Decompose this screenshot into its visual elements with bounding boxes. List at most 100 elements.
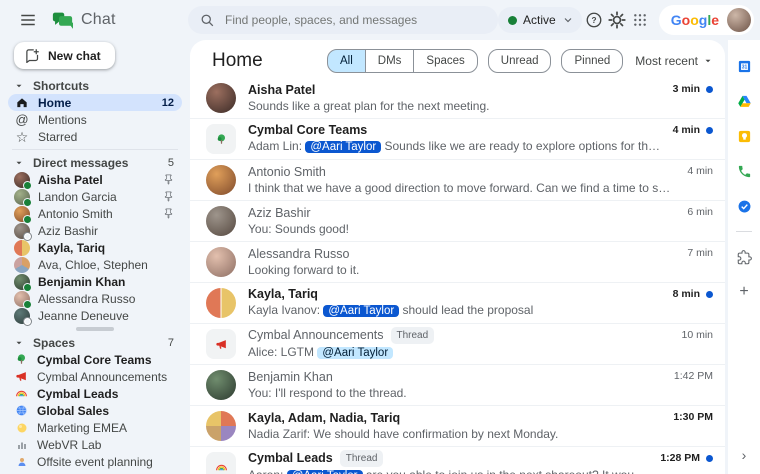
- sidebar-item-mentions[interactable]: @ Mentions: [8, 111, 182, 128]
- hamburger-menu-icon[interactable]: [16, 8, 40, 32]
- collapse-caret-icon: [16, 341, 22, 344]
- conversation-row[interactable]: Benjamin Khan You: I'll respond to the th…: [190, 364, 725, 405]
- conversation-row[interactable]: Kayla, Tariq Kayla Ivanov: @Aari Taylor s…: [190, 282, 725, 323]
- space-item-global-sales[interactable]: Global Sales: [8, 402, 182, 419]
- user-avatar[interactable]: [727, 8, 751, 32]
- space-item-offsite-event-planning[interactable]: Offsite event planning: [8, 453, 182, 470]
- plus-icon[interactable]: +: [734, 282, 754, 302]
- dm-item-alessandra-russo[interactable]: Alessandra Russo: [8, 290, 182, 309]
- space-item-cymbal-leads[interactable]: Cymbal Leads: [8, 385, 182, 402]
- collapse-caret-icon: [16, 84, 22, 87]
- avatar: [14, 171, 32, 190]
- space-item-webvr-lab[interactable]: WebVR Lab: [8, 436, 182, 453]
- snippet-text: Adam Lin:: [248, 139, 306, 153]
- filter-unread[interactable]: Unread: [487, 49, 552, 73]
- drive-icon[interactable]: [734, 91, 754, 111]
- direct-messages-section-header[interactable]: Direct messages 5: [0, 154, 190, 171]
- megaphone-icon: [14, 369, 29, 384]
- timestamp: 6 min: [687, 206, 713, 218]
- filter-segmented-control: All DMs Spaces: [326, 49, 478, 73]
- dm-item-ava-chloe-stephen[interactable]: Ava, Chloe, Stephen: [8, 256, 182, 273]
- status-label: Active: [523, 13, 556, 27]
- conversation-row[interactable]: Aziz Bashir You: Sounds good! 6 min: [190, 200, 725, 241]
- snippet-text: I think that we have a good direction to…: [248, 180, 676, 195]
- conversation-text: Aziz Bashir You: Sounds good!: [248, 206, 675, 237]
- sidebar-item-starred[interactable]: ☆ Starred: [8, 128, 182, 145]
- dm-item-kayla-tariq[interactable]: Kayla, Tariq: [8, 239, 182, 256]
- settings-gear-button[interactable]: [607, 6, 628, 34]
- spaces-list: Cymbal Core Teams Cymbal Announcements Cym…: [0, 351, 190, 470]
- new-chat-label: New chat: [48, 48, 101, 63]
- space-item-cymbal-announcements[interactable]: Cymbal Announcements: [8, 368, 182, 385]
- timestamp: 7 min: [687, 247, 713, 259]
- conversation-meta: 4 min: [673, 124, 713, 136]
- chevron-down-icon: [564, 18, 572, 23]
- new-chat-button[interactable]: New chat: [14, 42, 115, 69]
- space-item-marketing-emea[interactable]: Marketing EMEA: [8, 419, 182, 436]
- message-snippet: Aaron: @Aari Taylor are you able to join…: [248, 468, 648, 474]
- conversation-row[interactable]: Cymbal Announcements Thread Alice: LGTM @A…: [190, 323, 725, 364]
- dm-item-aziz-bashir[interactable]: Aziz Bashir: [8, 222, 182, 241]
- sort-button[interactable]: Most recent: [635, 54, 713, 68]
- avatar: [14, 188, 32, 207]
- dm-name: Benjamin Khan: [38, 274, 126, 289]
- presence-online-dot: [23, 299, 32, 309]
- dm-item-benjamin-khan[interactable]: Benjamin Khan: [8, 273, 182, 292]
- voice-icon[interactable]: [734, 161, 754, 181]
- conversation-row[interactable]: Aisha Patel Sounds like a great plan for …: [190, 78, 725, 118]
- help-button[interactable]: ?: [584, 6, 605, 34]
- conversation-name-line: Aziz Bashir: [248, 206, 675, 221]
- avatar: [14, 239, 30, 256]
- sidebar-item-label: Home: [38, 95, 72, 110]
- dm-item-aisha-patel[interactable]: Aisha Patel: [8, 171, 182, 190]
- mention-chip: @Aari Taylor: [305, 141, 382, 153]
- filter-all[interactable]: All: [326, 49, 366, 73]
- space-name: WebVR Lab: [37, 437, 102, 452]
- conversation-row[interactable]: Cymbal LeadsThreadAaron: @Aari Taylor ar…: [190, 446, 725, 474]
- message-snippet: Nadia Zarif: We should have confirmation…: [248, 427, 661, 442]
- timestamp: 4 min: [672, 124, 700, 136]
- shortcuts-section-header[interactable]: Shortcuts: [0, 77, 190, 94]
- conversation-row[interactable]: Cymbal Core Teams Adam Lin: @Aari Taylor …: [190, 118, 725, 159]
- unread-dot: [706, 126, 713, 134]
- addons-icon[interactable]: [734, 247, 754, 267]
- dm-item-landon-garcia[interactable]: Landon Garcia: [8, 188, 182, 207]
- conversation-row[interactable]: Antonio Smith I think that we have a good…: [190, 159, 725, 200]
- svg-text:?: ?: [592, 16, 597, 25]
- keep-icon[interactable]: [734, 126, 754, 146]
- conversation-text: Kayla, Adam, Nadia, Tariq Nadia Zarif: We…: [248, 411, 661, 442]
- dm-item-antonio-smith[interactable]: Antonio Smith: [8, 205, 182, 224]
- dm-item-jeanne-deneuve[interactable]: Jeanne Deneuve: [8, 307, 182, 326]
- snippet-text: are you able to join us in the next shar…: [363, 468, 648, 474]
- status-selector[interactable]: Active: [498, 7, 582, 33]
- direct-messages-count: 5: [167, 156, 174, 169]
- conversation-row[interactable]: Kayla, Adam, Nadia, Tariq Nadia Zarif: We…: [190, 405, 725, 446]
- calendar-icon[interactable]: 31: [734, 56, 754, 76]
- sidebar-item-label: Mentions: [38, 112, 87, 127]
- megaphone-icon: [215, 338, 228, 351]
- search-input[interactable]: [223, 12, 486, 28]
- spaces-section-header[interactable]: Spaces 7: [0, 334, 190, 351]
- conversation-name-line: Kayla, Tariq: [248, 287, 661, 302]
- conversation-name: Cymbal Announcements: [248, 328, 384, 342]
- space-item-cymbal-core-teams[interactable]: Cymbal Core Teams: [8, 351, 182, 368]
- tasks-icon[interactable]: [734, 196, 754, 216]
- conversation-name: Benjamin Khan: [248, 369, 333, 384]
- space-avatar: [206, 329, 236, 359]
- conversation-row[interactable]: Alessandra Russo Looking forward to it. 7 …: [190, 241, 725, 282]
- account-pill[interactable]: Google: [658, 5, 754, 35]
- sidebar-scroll-thumb[interactable]: [76, 327, 114, 331]
- globe-icon: [14, 403, 29, 418]
- search-bar[interactable]: [188, 6, 498, 34]
- chevron-right-icon[interactable]: ›: [742, 447, 747, 464]
- space-avatar: [206, 124, 236, 154]
- conversation-text: Aisha Patel Sounds like a great plan for …: [248, 83, 661, 114]
- message-snippet: Looking forward to it.: [248, 263, 675, 278]
- filter-pinned[interactable]: Pinned: [561, 49, 624, 73]
- conversation-panel: Home All DMs Spaces Unread Pinned Most rece…: [190, 40, 725, 474]
- filter-spaces[interactable]: Spaces: [413, 49, 478, 73]
- dm-name: Ava, Chloe, Stephen: [38, 257, 148, 272]
- filter-dms[interactable]: DMs: [364, 49, 415, 73]
- sidebar-item-home[interactable]: Home 12: [8, 94, 182, 111]
- google-apps-grid-button[interactable]: [630, 6, 651, 34]
